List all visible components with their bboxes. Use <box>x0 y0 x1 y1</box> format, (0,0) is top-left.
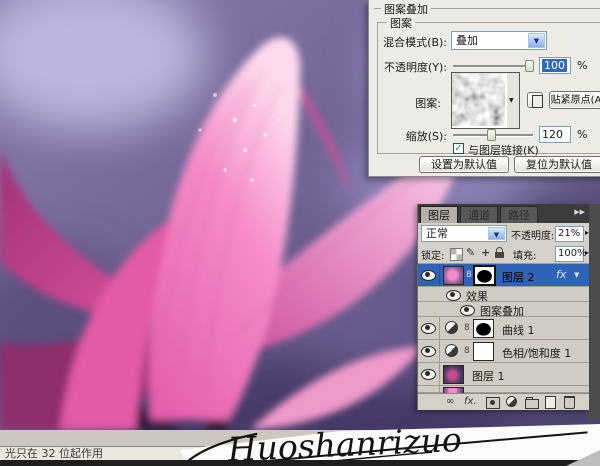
layer-row-layer1[interactable]: 图层 1 <box>418 363 589 386</box>
opacity-slider-knob[interactable] <box>525 60 534 72</box>
fx-badge-icon[interactable]: fx <box>556 268 566 281</box>
hue-sat-mask-thumbnail[interactable] <box>473 342 494 361</box>
status-menu-button[interactable]: ▶ <box>208 446 222 461</box>
layer2-mask-thumbnail[interactable] <box>473 265 496 286</box>
mask-link-icon[interactable]: 8 <box>466 270 472 280</box>
chevron-down-icon[interactable]: ▼ <box>488 227 505 240</box>
adjustment-layer-icon <box>445 321 458 334</box>
pattern-picker-arrow-icon: ▼ <box>509 97 514 104</box>
opacity-spinner-icon[interactable]: ▸ <box>585 228 589 237</box>
pattern-picker-button[interactable]: ▼ <box>507 72 520 129</box>
lock-label: 锁定: <box>421 247 444 262</box>
effects-row[interactable]: 效果 <box>418 287 589 302</box>
layer-name[interactable]: 图层 2 <box>502 269 535 285</box>
eye-icon[interactable] <box>421 323 436 334</box>
scale-slider-track[interactable] <box>453 134 533 137</box>
new-pattern-icon <box>532 95 543 108</box>
pattern-overlay-effect-row[interactable]: 图案叠加 <box>418 302 589 317</box>
blend-mode-value: 叠加 <box>456 34 478 47</box>
lock-transparency-icon[interactable] <box>450 248 463 261</box>
pattern-label: 图案: <box>369 95 441 111</box>
fill-field[interactable]: 100% <box>555 246 584 262</box>
opacity-slider-track[interactable] <box>453 65 533 68</box>
blend-mode-select[interactable]: 叠加 ▼ <box>451 31 547 50</box>
check-icon: ✓ <box>454 143 462 154</box>
fill-spinner-icon[interactable]: ▸ <box>585 248 589 257</box>
layer-blend-mode-select[interactable]: 正常 ▼ <box>421 225 507 242</box>
eye-icon[interactable] <box>421 346 436 357</box>
pattern-group-label: 图案 <box>387 15 415 31</box>
curves-mask-thumbnail[interactable] <box>473 319 494 338</box>
adjustment-layer-icon <box>445 344 458 357</box>
layer-blend-mode-value: 正常 <box>426 227 448 240</box>
dialog-opacity-label: 不透明度(Y): <box>369 59 447 75</box>
pattern-thumbnail[interactable] <box>451 72 508 129</box>
scale-label: 缩放(S): <box>369 128 447 144</box>
mask-link-icon: 8 <box>464 323 470 333</box>
scroll-left-icon: ◁ <box>228 448 235 458</box>
opacity-percent: % <box>577 59 587 72</box>
fill-value: 100% <box>558 248 587 259</box>
tab-paths[interactable]: 路径 <box>500 206 538 223</box>
snap-to-origin-button[interactable]: 贴紧原点(A) <box>549 91 600 109</box>
scale-value-field[interactable]: 120 <box>539 126 571 143</box>
new-layer-icon[interactable] <box>545 396 556 409</box>
layer-row-curves[interactable]: 8 曲线 1 <box>418 317 589 340</box>
layer-name[interactable]: 图层 1 <box>472 368 505 384</box>
layer-style-icon[interactable]: fx. <box>464 396 477 407</box>
panel-dock-edge <box>588 204 600 420</box>
window-bottom-border <box>0 460 600 466</box>
play-icon: ▶ <box>212 449 217 457</box>
scale-percent: % <box>577 128 587 141</box>
opacity-value-field[interactable]: 100 <box>539 57 571 74</box>
lock-move-icon[interactable]: + <box>481 246 490 259</box>
eye-icon[interactable] <box>421 369 436 380</box>
pattern-overlay-dialog: 图案叠加 图案 混合模式(B): 叠加 ▼ 不透明度(Y): 100 % 图案: <box>368 0 600 177</box>
layer-row-layer2[interactable]: 8 图层 2 fx ▼ <box>418 264 589 287</box>
new-adjustment-icon[interactable] <box>506 396 517 407</box>
add-mask-icon[interactable] <box>486 397 500 409</box>
fx-collapse-icon[interactable]: ▼ <box>574 271 579 279</box>
layer-row-partial[interactable] <box>418 386 589 393</box>
layer1-thumbnail[interactable] <box>443 365 464 384</box>
scale-value: 120 <box>542 128 563 141</box>
blend-mode-label: 混合模式(B): <box>369 34 447 50</box>
opacity-value: 100 <box>542 59 567 72</box>
layer2-thumbnail[interactable] <box>443 266 464 285</box>
layers-panel: 图层 通道 路径 ▶▶ 正常 ▼ 不透明度: 21% ▸ 锁定: ✎ + <box>417 204 589 410</box>
lock-fill-row: 锁定: ✎ + 填充: 100% ▸ <box>418 244 589 264</box>
layer-opacity-field[interactable]: 21% <box>555 226 584 242</box>
layer-opacity-label: 不透明度: <box>511 227 554 242</box>
layer-row-hue-sat[interactable]: 8 色相/饱和度 1 <box>418 340 589 363</box>
status-message: 光只在 32 位起作用 <box>5 447 103 460</box>
layer-opacity-value: 21% <box>558 228 580 239</box>
reset-default-button[interactable]: 复位为默认值 <box>514 156 600 173</box>
layer-name[interactable]: 曲线 1 <box>502 322 535 338</box>
tab-channels[interactable]: 通道 <box>460 206 498 223</box>
link-with-layer-checkbox[interactable]: ✓ <box>453 143 464 154</box>
eye-icon[interactable] <box>460 305 475 316</box>
blend-opacity-row: 正常 ▼ 不透明度: 21% ▸ <box>418 223 589 244</box>
layer-name[interactable]: 色相/饱和度 1 <box>502 345 571 361</box>
new-pattern-button[interactable] <box>527 92 543 108</box>
eye-icon[interactable] <box>446 290 461 301</box>
eye-icon[interactable] <box>421 270 436 281</box>
set-default-button[interactable]: 设置为默认值 <box>419 156 509 173</box>
tab-layers[interactable]: 图层 <box>420 206 458 223</box>
status-bar-field: 光只在 32 位起作用 <box>0 446 206 461</box>
fill-label: 填充: <box>513 247 536 262</box>
mask-link-icon: 8 <box>464 346 470 356</box>
lock-paint-brush-icon[interactable]: ✎ <box>466 246 475 259</box>
scale-slider-knob[interactable] <box>487 129 496 141</box>
watermark-corner <box>566 450 600 466</box>
panel-tab-bar: 图层 通道 路径 ▶▶ <box>418 204 589 223</box>
chevron-down-icon[interactable]: ▼ <box>528 33 545 48</box>
photoshop-screenshot: 图案叠加 图案 混合模式(B): 叠加 ▼ 不透明度(Y): 100 % 图案: <box>0 0 600 466</box>
new-group-icon[interactable] <box>525 399 539 409</box>
panel-menu-icon[interactable]: ▶▶ <box>574 208 585 216</box>
link-layers-icon[interactable]: ∞ <box>446 396 454 407</box>
layers-panel-footer: ∞ fx. <box>418 393 589 410</box>
delete-layer-icon[interactable] <box>564 396 575 409</box>
